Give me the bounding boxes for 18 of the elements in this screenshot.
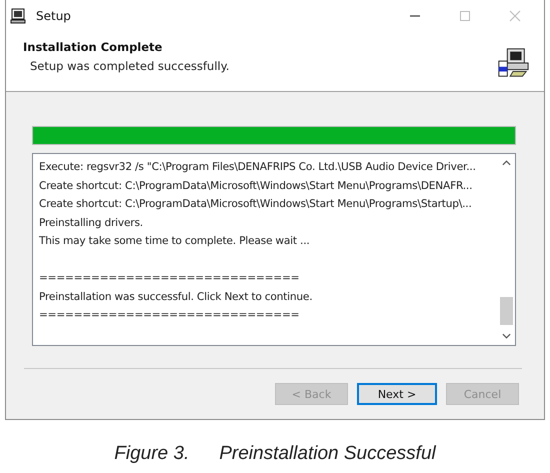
scrollbar-thumb[interactable]: [500, 297, 513, 325]
log-line: ==============================: [39, 308, 300, 323]
figure-number: Figure 3.: [114, 443, 190, 465]
page-title: Installation Complete: [23, 40, 164, 54]
log-line: Create shortcut: C:\ProgramData\Microsoft\Windows\Start Menu\Programs\DENAFR...: [39, 178, 474, 194]
log-line: Preinstallation was successful. Click Next to continue.: [39, 290, 314, 304]
scroll-down-icon[interactable]: [502, 333, 511, 339]
log-line: Create shortcut: C:\ProgramData\Microsoft\Windows\Start Menu\Programs\Startup\...: [39, 197, 473, 212]
page-subtitle: Setup was completed successfully.: [30, 59, 230, 73]
scroll-up-icon[interactable]: [502, 160, 511, 166]
dialog-button[interactable]: Next >: [357, 383, 437, 405]
log-line: ==============================: [39, 271, 300, 286]
app-icon: [10, 8, 26, 24]
window-title: Setup: [36, 9, 71, 23]
log-line: Preinstalling drivers.: [39, 216, 144, 230]
log-line: Execute: regsvr32 /s "C:\Program Files\DENAFRIPS Co. Ltd.\USB Audio Device Driver...: [39, 160, 477, 175]
figure-caption: Preinstallation Successful: [219, 443, 436, 465]
log-line: This may take some time to complete. Please wait ...: [39, 234, 311, 249]
